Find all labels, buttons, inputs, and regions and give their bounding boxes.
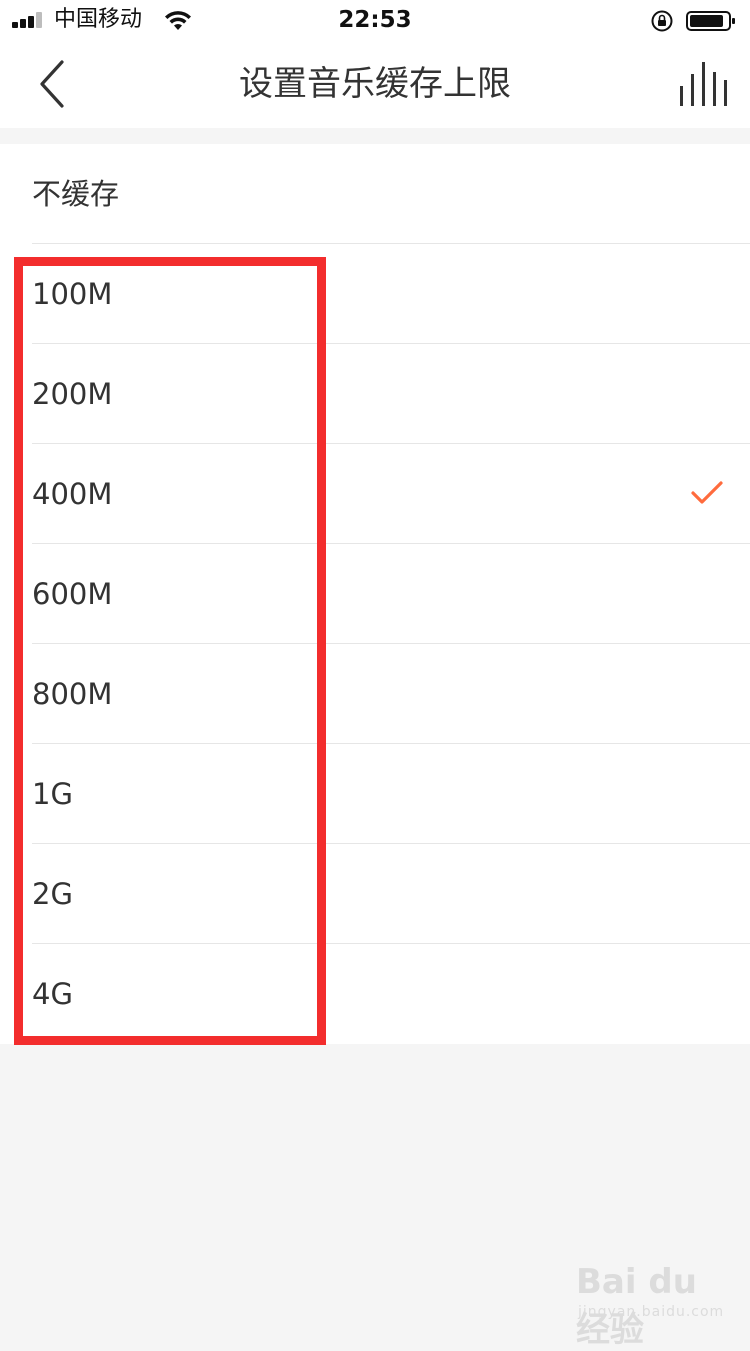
baidu-jingyan-watermark: Bai du 经验 jingyan.baidu.com xyxy=(576,1256,726,1350)
equalizer-bars-icon[interactable] xyxy=(676,60,728,108)
option-label: 800M xyxy=(32,677,113,711)
status-bar: 中国移动 22:53 xyxy=(0,0,750,40)
option-label: 不缓存 xyxy=(32,177,120,211)
option-200m[interactable]: 200M xyxy=(0,344,750,444)
watermark-site: jingyan.baidu.com xyxy=(578,1304,725,1320)
option-label: 2G xyxy=(32,877,73,911)
navigation-bar: 设置音乐缓存上限 xyxy=(0,40,750,128)
option-label: 600M xyxy=(32,577,113,611)
option-label: 4G xyxy=(32,977,73,1011)
rotation-lock-icon xyxy=(651,10,673,32)
option-label: 100M xyxy=(32,277,113,311)
option-1g[interactable]: 1G xyxy=(0,744,750,844)
option-label: 400M xyxy=(32,477,113,511)
cache-limit-list: 不缓存 100M 200M 400M 600M 800M 1G 2G 4G xyxy=(0,144,750,1044)
option-no-cache[interactable]: 不缓存 xyxy=(0,144,750,244)
status-time: 22:53 xyxy=(338,7,412,33)
battery-icon xyxy=(686,11,735,31)
option-100m[interactable]: 100M xyxy=(0,244,750,344)
option-4g[interactable]: 4G xyxy=(0,944,750,1044)
checkmark-icon xyxy=(691,481,723,504)
page-title: 设置音乐缓存上限 xyxy=(239,64,511,104)
option-label: 1G xyxy=(32,777,73,811)
option-600m[interactable]: 600M xyxy=(0,544,750,644)
option-2g[interactable]: 2G xyxy=(0,844,750,944)
option-400m[interactable]: 400M xyxy=(0,444,750,544)
option-800m[interactable]: 800M xyxy=(0,644,750,744)
option-label: 200M xyxy=(32,377,113,411)
